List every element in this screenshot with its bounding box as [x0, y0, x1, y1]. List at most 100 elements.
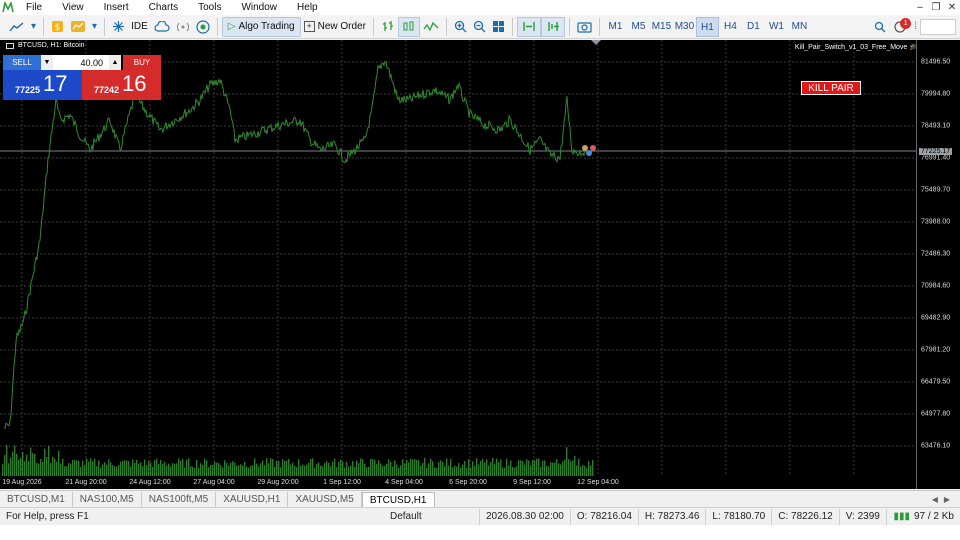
- tab-xauusd-m5[interactable]: XAUUSD,M5: [288, 492, 362, 507]
- notifications-icon[interactable]: 1: [889, 17, 912, 37]
- volume-bar: [236, 465, 238, 476]
- volume-bar: [560, 464, 562, 476]
- volume-bar: [580, 466, 582, 476]
- volume-bar: [158, 463, 160, 476]
- volume-bar: [334, 458, 336, 476]
- volume-bar: [136, 460, 138, 476]
- menu-help[interactable]: Help: [287, 0, 328, 15]
- ask-price-box[interactable]: 77242 16: [82, 70, 161, 100]
- volume-bar: [490, 462, 492, 476]
- volume-bar: [94, 458, 96, 476]
- volume-bar: [298, 459, 300, 476]
- timeframe-m15[interactable]: M15: [650, 17, 673, 37]
- close-icon[interactable]: ✕: [944, 2, 960, 13]
- restore-icon[interactable]: ❐: [928, 2, 944, 13]
- volume-bar: [516, 466, 518, 476]
- volume-bar: [506, 458, 508, 476]
- bar-chart-icon[interactable]: [378, 17, 398, 37]
- volume-bar: [546, 465, 548, 476]
- timeframe-h4[interactable]: H4: [719, 17, 742, 37]
- new-order-button[interactable]: + New Order: [301, 17, 369, 37]
- timeframe-d1[interactable]: D1: [742, 17, 765, 37]
- tab-scroll-left-icon[interactable]: ◀: [932, 492, 938, 507]
- volume-bar: [524, 464, 526, 476]
- lot-up-icon[interactable]: ▲: [109, 55, 121, 70]
- volume-bar: [426, 467, 428, 476]
- lot-size-input[interactable]: ▼ 40.00 ▲: [41, 55, 121, 70]
- volume-bar: [350, 465, 352, 476]
- volume-bar: [336, 467, 338, 476]
- bid-price-small: 77225: [15, 85, 41, 95]
- menu-insert[interactable]: Insert: [94, 0, 139, 15]
- signal-bars-icon[interactable]: ⁞: [911, 17, 920, 37]
- volume-bar: [338, 461, 340, 476]
- price-axis[interactable]: 81496.50 79994.80 78493.10 76991.40 7548…: [916, 40, 960, 489]
- search-icon[interactable]: [871, 17, 889, 37]
- volume-bar: [238, 465, 240, 476]
- timeframe-w1[interactable]: W1: [765, 17, 788, 37]
- chart-type-icon[interactable]: [6, 17, 28, 37]
- templates-icon[interactable]: [67, 17, 89, 37]
- chart-window[interactable]: BTCUSD, H1: Bitcoin Kill_Pair_Switch_v1_…: [0, 40, 960, 489]
- timeframe-m5[interactable]: M5: [627, 17, 650, 37]
- kill-pair-button[interactable]: KILL PAIR: [801, 81, 861, 95]
- navigator-icon[interactable]: [109, 17, 128, 37]
- zoom-in-icon[interactable]: [451, 17, 470, 37]
- status-profile[interactable]: Default: [384, 508, 480, 525]
- algo-trading-button[interactable]: ▷ Algo Trading: [221, 16, 301, 37]
- chart-shift-icon[interactable]: [540, 16, 565, 37]
- menu-window[interactable]: Window: [231, 0, 287, 15]
- screenshot-icon[interactable]: [574, 17, 595, 37]
- volume-bar: [510, 460, 512, 476]
- menu-file[interactable]: File: [16, 0, 52, 15]
- ide-button[interactable]: IDE: [128, 17, 151, 37]
- ask-price-small: 77242: [94, 85, 120, 95]
- tab-nas100-m5[interactable]: NAS100,M5: [73, 492, 142, 507]
- volume-bar: [504, 467, 506, 476]
- time-axis-label: 19 Aug 2026: [2, 479, 42, 486]
- auto-scroll-icon[interactable]: [516, 16, 541, 37]
- volume-bar: [406, 459, 408, 476]
- timeframe-mn[interactable]: MN: [788, 17, 811, 37]
- volume-bar: [144, 459, 146, 476]
- timeframe-h1[interactable]: H1: [695, 16, 719, 37]
- menu-charts[interactable]: Charts: [139, 0, 188, 15]
- volume-bar: [194, 467, 196, 476]
- bid-price-box[interactable]: 77225 17: [3, 70, 82, 100]
- tab-nas100ft-m5[interactable]: NAS100ft,M5: [142, 492, 217, 507]
- line-chart-icon[interactable]: [420, 17, 442, 37]
- volume-bar: [306, 464, 308, 476]
- volume-bar: [436, 467, 438, 476]
- signal-icon[interactable]: [173, 17, 193, 37]
- vps-icon[interactable]: [193, 17, 213, 37]
- minimize-icon[interactable]: –: [912, 2, 928, 13]
- timeframe-m1[interactable]: M1: [604, 17, 627, 37]
- menu-tools[interactable]: Tools: [188, 0, 231, 15]
- lot-down-icon[interactable]: ▼: [41, 55, 53, 70]
- cloud-icon[interactable]: [151, 17, 173, 37]
- volume-bar: [388, 459, 390, 476]
- tab-btcusd-h1[interactable]: BTCUSD,H1: [361, 492, 435, 507]
- volume-bar: [354, 466, 356, 476]
- buy-button[interactable]: BUY: [123, 55, 161, 70]
- tile-windows-icon[interactable]: [489, 17, 508, 37]
- price-axis-label: 70984.60: [921, 282, 951, 290]
- price-chart[interactable]: [0, 40, 916, 489]
- tab-xauusd-h1[interactable]: XAUUSD,H1: [216, 492, 289, 507]
- volume-bar: [258, 466, 260, 476]
- dropdown-arrow-icon[interactable]: ▾: [28, 17, 39, 37]
- menu-view[interactable]: View: [52, 0, 94, 15]
- tab-btcusd-m1[interactable]: BTCUSD,M1: [0, 492, 73, 507]
- candlestick-icon[interactable]: [397, 16, 420, 37]
- volume-bar: [220, 465, 222, 476]
- sell-button[interactable]: SELL: [3, 55, 41, 70]
- toolbar-separator: [511, 17, 513, 36]
- zoom-out-icon[interactable]: [470, 17, 489, 37]
- status-connection[interactable]: ▮▮▮ 97 / 2 Kb: [887, 509, 960, 525]
- timeframe-m30[interactable]: M30: [673, 17, 696, 37]
- tab-scroll-right-icon[interactable]: ▶: [944, 492, 950, 507]
- account-field[interactable]: [920, 18, 956, 35]
- notification-badge: 1: [900, 17, 912, 29]
- dropdown-arrow-icon[interactable]: ▾: [89, 17, 100, 37]
- market-watch-icon[interactable]: $: [48, 17, 67, 37]
